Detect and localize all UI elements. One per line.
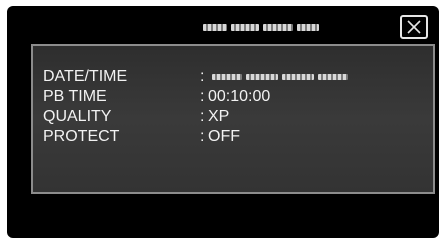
protect-value: OFF bbox=[208, 128, 240, 145]
close-button[interactable] bbox=[400, 15, 428, 39]
quality-colon: : bbox=[200, 108, 205, 125]
camera-screen: DATE/TIME: PB TIME:00:10:00 QUALITY: XP P… bbox=[7, 6, 439, 238]
redacted-title bbox=[203, 24, 319, 32]
pb-time-colon: : bbox=[200, 88, 205, 105]
redacted-date-time-value bbox=[212, 73, 348, 80]
date-time-colon: : bbox=[200, 68, 205, 85]
info-row-pb-time: PB TIME:00:10:00 bbox=[43, 88, 270, 106]
pb-time-value: 00:10:00 bbox=[208, 88, 271, 105]
quality-value: XP bbox=[208, 108, 230, 125]
info-panel: DATE/TIME: PB TIME:00:10:00 QUALITY: XP P… bbox=[31, 44, 435, 194]
protect-colon: : bbox=[200, 128, 205, 145]
info-row-quality: QUALITY: XP bbox=[43, 108, 229, 126]
close-icon bbox=[407, 20, 421, 34]
pb-time-label: PB TIME bbox=[43, 88, 107, 105]
date-time-label: DATE/TIME bbox=[43, 68, 128, 85]
protect-label: PROTECT bbox=[43, 128, 120, 145]
quality-label: QUALITY bbox=[43, 108, 112, 125]
info-row-date-time: DATE/TIME: bbox=[43, 68, 348, 86]
info-row-protect: PROTECT: OFF bbox=[43, 128, 240, 146]
